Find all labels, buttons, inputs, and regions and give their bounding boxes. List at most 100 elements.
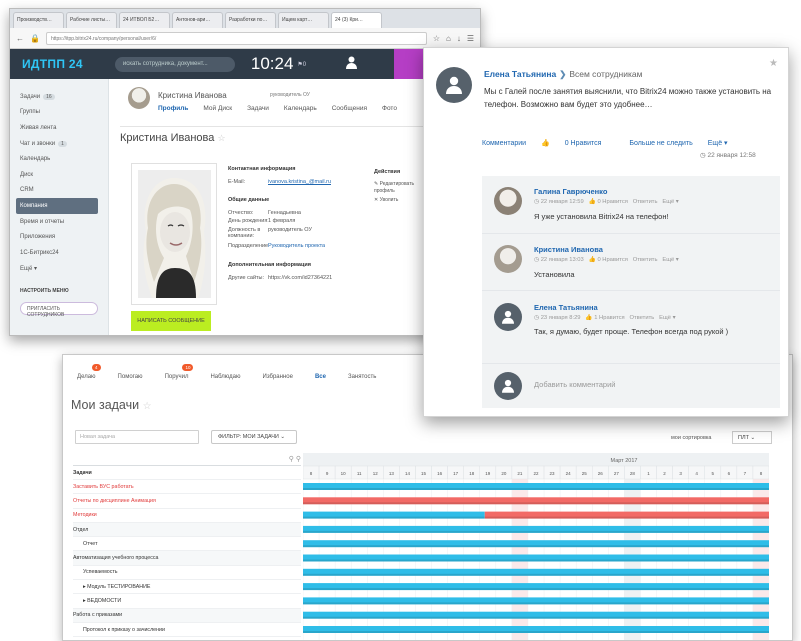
avatar: [494, 372, 522, 400]
clock[interactable]: 10:24: [251, 54, 294, 74]
comment-author[interactable]: Галина Гаврюченко: [534, 187, 607, 196]
avatar[interactable]: [494, 303, 522, 331]
star-icon[interactable]: ★: [769, 58, 778, 69]
more-link[interactable]: Ещё ▾: [659, 315, 675, 321]
tab-disk[interactable]: Мой Диск: [203, 105, 232, 112]
tab-profile[interactable]: Профиль: [158, 105, 188, 112]
post-actions: Комментарии 👍 0 Нравится Больше не следи…: [482, 139, 741, 147]
tab-calendar[interactable]: Календарь: [284, 105, 317, 112]
sidebar-item-tasks[interactable]: Задачи 16: [20, 89, 108, 105]
tab-tasks[interactable]: Задачи: [247, 105, 269, 112]
back-icon[interactable]: ←: [16, 34, 24, 43]
sidebar-item-disk[interactable]: Диск: [20, 167, 108, 183]
browser-tab[interactable]: Разработки по…: [225, 12, 276, 28]
comment-author[interactable]: Елена Татьянина: [534, 303, 598, 312]
comment-like[interactable]: 0 Нравится: [597, 257, 627, 263]
tab-messages[interactable]: Сообщения: [332, 105, 367, 112]
tab-assigned[interactable]: Поручил 10: [165, 364, 194, 380]
reply-link[interactable]: Ответить: [633, 199, 658, 205]
table-row[interactable]: Отдел: [73, 522, 301, 538]
filter-select[interactable]: ФИЛЬТР: МОИ ЗАДАЧИ ⌄: [211, 430, 297, 444]
sidebar-item-crm[interactable]: CRM: [20, 183, 108, 199]
url-field[interactable]: https://itpp.bitrix24.ru/company/persona…: [45, 31, 427, 45]
avatar[interactable]: [128, 87, 150, 109]
like-button[interactable]: 👍 0 Нравится: [541, 140, 614, 147]
portal-logo[interactable]: ИДТПП 24: [22, 57, 83, 71]
reply-link[interactable]: Ответить: [629, 315, 654, 321]
star-icon[interactable]: ☆: [143, 401, 152, 412]
site-link[interactable]: https://vk.com/id27364221: [268, 275, 332, 284]
table-row[interactable]: Отчеты по дисциплине Анимация: [73, 494, 301, 509]
post-destination[interactable]: Всем сотрудникам: [569, 69, 642, 79]
counter-badge: 4: [92, 364, 101, 371]
comment-like[interactable]: 1 Нравится: [594, 315, 624, 321]
sidebar-item-more[interactable]: Ещё ▾: [20, 261, 108, 277]
tab-helping[interactable]: Помогаю: [118, 374, 143, 380]
browser-tab[interactable]: Антонов-ари…: [172, 12, 223, 28]
comment-meta: ◷ 22 января 12:59 👍 0 Нравится Ответить …: [534, 199, 679, 205]
sidebar-item-company[interactable]: Компания: [16, 198, 98, 214]
table-row[interactable]: Методики: [73, 509, 301, 523]
browser-tab[interactable]: Рабочие листы…: [66, 12, 117, 28]
sidebar-item-time[interactable]: Время и отчеты: [20, 214, 108, 230]
more-link[interactable]: Ещё ▾: [662, 199, 678, 205]
table-row[interactable]: Работа с приказами: [73, 608, 301, 623]
invite-button[interactable]: ПРИГЛАСИТЬ СОТРУДНИКОВ: [20, 302, 98, 318]
table-row[interactable]: ▸ ВЕДОМОСТИ: [73, 594, 301, 609]
profile-photo[interactable]: [138, 170, 211, 298]
arrow-right-icon: ❯: [559, 69, 567, 79]
tab-favorites[interactable]: Избранное: [263, 374, 293, 380]
sidebar-item-bitrix[interactable]: 1С-Битрикс24: [20, 245, 108, 261]
comment-item: Кристина Иванова ◷ 22 января 13:03 👍 0 Н…: [482, 234, 780, 291]
sidebar-item-groups[interactable]: Группы: [20, 105, 108, 121]
star-icon[interactable]: ☆: [217, 133, 225, 143]
profile-user-name[interactable]: Кристина Иванова: [158, 91, 227, 100]
browser-tab-active[interactable]: 24 (3) Кри…: [331, 12, 382, 28]
tab-doing[interactable]: Делаю 4: [77, 364, 101, 380]
post-author[interactable]: Елена Татьянина: [484, 69, 556, 79]
sidebar-item-calendar[interactable]: Календарь: [20, 151, 108, 167]
email-link[interactable]: ivanova.kristina_@mail.ru: [268, 179, 331, 188]
avatar[interactable]: [436, 67, 472, 103]
portal-search-input[interactable]: искать сотрудника, документ...: [114, 56, 235, 72]
download-icon[interactable]: ↓: [457, 34, 461, 43]
write-message-button[interactable]: НАПИСАТЬ СООБЩЕНИЕ: [131, 311, 211, 331]
reply-link[interactable]: Ответить: [633, 257, 658, 263]
sidebar-item-apps[interactable]: Приложения: [20, 229, 108, 245]
search-icon[interactable]: ⚲ ⚲: [289, 455, 301, 463]
unfollow-link[interactable]: Больше не следить: [629, 140, 692, 147]
comment-author[interactable]: Кристина Иванова: [534, 245, 603, 254]
profile-info: Контактная информация E-Mail: ivanova.kr…: [228, 166, 368, 284]
sidebar-item-chat[interactable]: Чат и звонки 1: [20, 136, 108, 152]
table-row[interactable]: Успеваемость: [73, 566, 301, 581]
tab-photo[interactable]: Фото: [382, 105, 397, 112]
menu-icon[interactable]: ☰: [467, 34, 474, 43]
comments-link[interactable]: Комментарии: [482, 140, 526, 147]
user-icon[interactable]: [346, 56, 358, 72]
tab-watching[interactable]: Наблюдаю: [210, 374, 240, 380]
add-comment-input[interactable]: Добавить комментарий: [534, 380, 615, 389]
tab-all[interactable]: Все: [315, 374, 326, 380]
more-link[interactable]: Ещё ▾: [662, 257, 678, 263]
browser-tab[interactable]: Производств…: [13, 12, 64, 28]
more-link[interactable]: Ещё ▾: [708, 140, 728, 147]
setup-menu-link[interactable]: НАСТРОИТЬ МЕНЮ: [20, 288, 108, 294]
tab-busy[interactable]: Занятость: [348, 374, 376, 380]
table-row[interactable]: Заставить ВУС работать: [73, 480, 301, 495]
star-icon[interactable]: ☆: [433, 34, 440, 43]
post-date-text: 22 января 12:58: [707, 152, 756, 159]
table-row[interactable]: Автоматизация учебного процесса: [73, 551, 301, 566]
department-link[interactable]: Руководитель проекта: [268, 243, 325, 252]
sidebar-item-feed[interactable]: Живая лента: [20, 120, 108, 136]
sort-select[interactable]: ПЛТ ⌄: [732, 431, 772, 444]
browser-tab[interactable]: 24 ИТВОЛ Б2…: [119, 12, 170, 28]
comment-like[interactable]: 0 Нравится: [597, 199, 627, 205]
table-row[interactable]: ▸ Модуль ТЕСТИРОВАНИЕ: [73, 580, 301, 595]
home-icon[interactable]: ⌂: [446, 34, 451, 43]
browser-tab[interactable]: Ищем карт…: [278, 12, 329, 28]
new-task-input[interactable]: Новая задача: [75, 430, 199, 444]
avatar[interactable]: [494, 245, 522, 273]
table-row[interactable]: Протокол к приказу о зачислении: [73, 623, 301, 638]
avatar[interactable]: [494, 187, 522, 215]
table-row[interactable]: Отчет: [73, 537, 301, 552]
